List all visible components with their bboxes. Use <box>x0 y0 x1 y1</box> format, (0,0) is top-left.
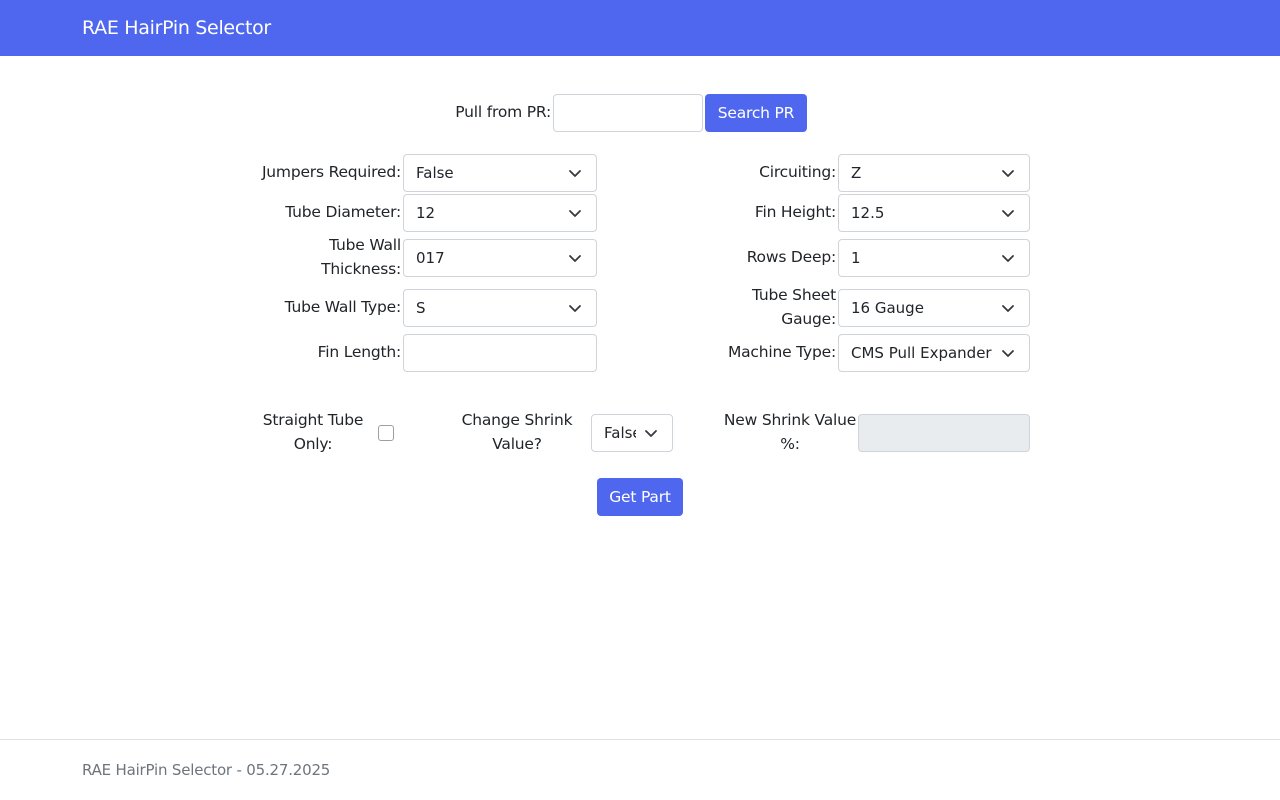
straight-tube-checkbox[interactable] <box>378 425 394 441</box>
get-part-button[interactable]: Get Part <box>597 478 683 516</box>
jumpers-required-label: Jumpers Required: <box>261 163 401 181</box>
chevron-down-icon <box>569 255 581 262</box>
chevron-down-icon <box>1002 305 1014 312</box>
tube-sheet-gauge-label-line1: Tube Sheet <box>751 286 836 304</box>
new-shrink-input <box>858 414 1030 452</box>
machine-type-select[interactable]: CMS Pull Expander <box>838 334 1030 372</box>
chevron-down-icon <box>1002 170 1014 177</box>
top-navbar: RAE HairPin Selector <box>0 0 1280 56</box>
tube-wall-type-select[interactable]: S <box>403 289 597 327</box>
straight-tube-label-line1: Straight Tube <box>262 411 364 429</box>
rows-deep-label: Rows Deep: <box>746 248 837 266</box>
tube-wall-thickness-label-line1: Tube Wall <box>329 236 401 254</box>
tube-sheet-gauge-select[interactable]: 16 Gauge <box>838 289 1030 327</box>
tube-wall-thickness-label-line2: Thickness: <box>321 260 401 278</box>
jumpers-required-select[interactable]: False <box>403 154 597 192</box>
change-shrink-label-line1: Change Shrink <box>461 411 573 429</box>
machine-type-label: Machine Type: <box>727 343 836 361</box>
rows-deep-select[interactable]: 1 <box>838 239 1030 277</box>
search-pr-button[interactable]: Search PR <box>705 94 807 132</box>
circuiting-label: Circuiting: <box>759 163 836 181</box>
pr-input[interactable] <box>553 94 703 132</box>
fin-length-label: Fin Length: <box>317 343 402 361</box>
chevron-down-icon <box>1002 350 1014 357</box>
chevron-down-icon <box>1002 210 1014 217</box>
tube-wall-thickness-select[interactable]: 017 <box>403 239 597 277</box>
chevron-down-icon <box>569 170 581 177</box>
tube-sheet-gauge-label-line2: Gauge: <box>781 310 836 328</box>
fin-height-select[interactable]: 12.5 <box>838 194 1030 232</box>
new-shrink-label-line1: New Shrink Value <box>723 411 857 429</box>
fin-height-label: Fin Height: <box>754 203 836 221</box>
change-shrink-select[interactable]: False <box>591 414 673 452</box>
circuiting-select[interactable]: Z <box>838 154 1030 192</box>
footer-text: RAE HairPin Selector - 05.27.2025 <box>82 761 331 779</box>
tube-diameter-select[interactable]: 12 <box>403 194 597 232</box>
fin-length-input[interactable] <box>403 334 597 372</box>
tube-diameter-label: Tube Diameter: <box>285 203 401 221</box>
chevron-down-icon <box>1002 255 1014 262</box>
chevron-down-icon <box>569 210 581 217</box>
chevron-down-icon <box>645 430 657 437</box>
change-shrink-label-line2: Value? <box>492 435 542 453</box>
app-brand[interactable]: RAE HairPin Selector <box>82 16 271 40</box>
pr-label: Pull from PR: <box>455 103 551 121</box>
straight-tube-label-line2: Only: <box>293 435 333 453</box>
new-shrink-label-line2: %: <box>780 435 800 453</box>
page-footer: RAE HairPin Selector - 05.27.2025 <box>0 739 1280 800</box>
tube-wall-type-label: Tube Wall Type: <box>284 298 402 316</box>
chevron-down-icon <box>569 305 581 312</box>
